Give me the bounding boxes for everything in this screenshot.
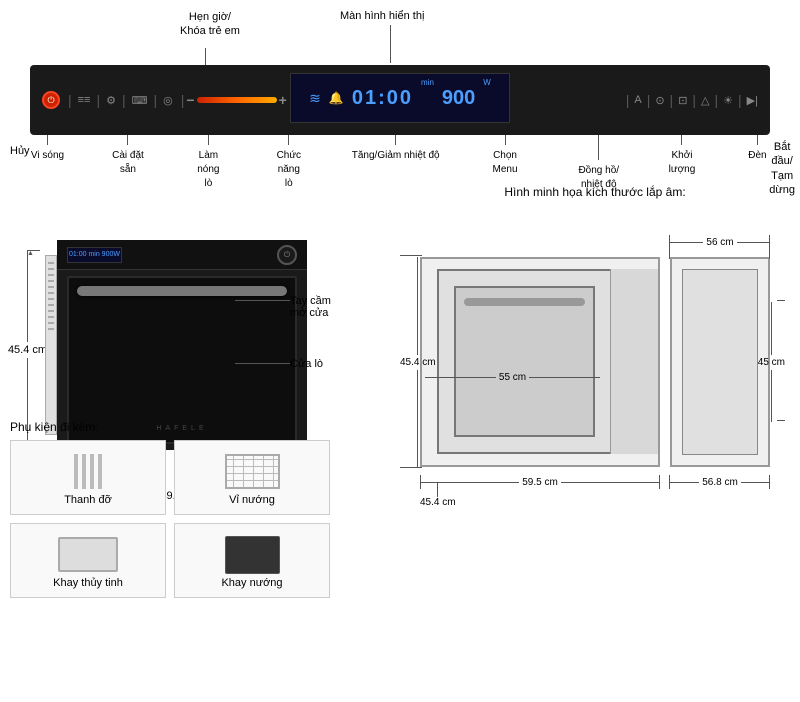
- clock-icon[interactable]: ⊡: [678, 94, 687, 107]
- power-button[interactable]: ⏻: [42, 91, 60, 109]
- vi-song-icon[interactable]: ≡≡: [78, 94, 91, 106]
- sep7: |: [647, 92, 651, 108]
- label-hen-gio: Hẹn giờ/ Khóa trẻ em: [180, 10, 240, 39]
- display-time: 01:00: [352, 87, 413, 110]
- dim-55-label: 55 cm: [425, 372, 600, 383]
- cabinet-door-sketch: [454, 286, 595, 437]
- sep2: |: [96, 92, 100, 108]
- den-icon[interactable]: ☀: [723, 94, 733, 107]
- temp-slider: | − +: [181, 92, 287, 108]
- cai-dat-icon[interactable]: ⚙: [106, 94, 116, 107]
- label-den: Đèn: [745, 135, 770, 190]
- display-temp-unit: W: [483, 78, 491, 87]
- sep9: |: [692, 92, 696, 108]
- dim-45-label: 45 cm: [758, 302, 785, 422]
- door-handle-sketch: [464, 298, 585, 306]
- dim-56-label: 56 cm: [670, 237, 770, 248]
- temp-decrease-button[interactable]: −: [186, 92, 194, 108]
- oven-handle: [77, 286, 287, 296]
- acc-item-vi-nuong: Vỉ nướng: [174, 440, 330, 515]
- chuc-nang-icon[interactable]: ◎: [163, 94, 173, 107]
- callout-tay-cam: Tay cầm mở cửa: [290, 295, 331, 319]
- display-temp: 900: [442, 87, 475, 110]
- label-chuc-nang: Chức năng lò: [271, 135, 306, 190]
- khay-nuong-img: [183, 532, 321, 577]
- label-vi-song: Vi sóng: [30, 135, 65, 190]
- sep6: |: [626, 92, 630, 108]
- label-lam-nong: Làm nóng lò: [191, 135, 226, 190]
- temp-bar: [197, 97, 277, 103]
- label-huy: Hủy: [10, 145, 30, 157]
- control-panel: ⏻ | ≡≡ | ⚙ | ⌨ | ◎ | − + ≋ 🔔 01:00 min 9…: [30, 65, 770, 135]
- label-chon-menu: Chọn Menu: [485, 135, 525, 190]
- label-dong-ho: Đồng hồ/ nhiệt độ: [578, 135, 619, 190]
- sep4: |: [154, 92, 158, 108]
- sep5: |: [181, 92, 185, 108]
- accessories-grid: Thanh đỡ: [10, 440, 330, 598]
- accessories-section: Phụ kiện đi kèm: Thanh đỡ: [10, 420, 330, 598]
- dimension-section: Hình minh họa kích thước lắp âm:: [400, 185, 790, 517]
- sep1: |: [68, 92, 72, 108]
- bell-icon: 🔔: [329, 91, 344, 105]
- label-khoi-luong: Khởi lượng: [664, 135, 699, 190]
- cabinet-oven-cutout: [437, 269, 612, 454]
- lam-nong-icon[interactable]: ⌨: [132, 94, 148, 107]
- acc-label-khay-thuy-tinh: Khay thủy tinh: [19, 577, 157, 589]
- cabinet-outer: [420, 257, 660, 467]
- label-tang-giam: Tăng/Giảm nhiệt độ: [352, 135, 440, 190]
- sep11: |: [738, 92, 742, 108]
- temp-increase-button[interactable]: +: [279, 92, 287, 108]
- acc-label-vi-nuong: Vỉ nướng: [183, 494, 321, 506]
- cabinet-right-section: [610, 269, 658, 454]
- sep3: |: [122, 92, 126, 108]
- play-icon[interactable]: ▶|: [747, 94, 758, 107]
- dim-diagram-title: Hình minh họa kích thước lắp âm:: [400, 185, 790, 199]
- khoi-luong-icon[interactable]: △: [701, 94, 709, 107]
- label-cai-dat: Cài đặt sẵn: [110, 135, 145, 190]
- dim-454-height-label: 45.4 cm: [400, 257, 436, 467]
- display-screen: ≋ 🔔 01:00 min 900 W: [290, 73, 510, 123]
- label-man-hinh: Màn hình hiển thị: [340, 10, 424, 22]
- dim-568-label: 56.8 cm: [670, 477, 770, 488]
- thanh-do-img: [19, 449, 157, 494]
- sep8: |: [670, 92, 674, 108]
- acc-item-khay-nuong: Khay nướng: [174, 523, 330, 598]
- sep10: |: [715, 92, 719, 108]
- callout-cua-lo: Cửa lò: [290, 358, 323, 370]
- right-controls: | A | ⊙ | ⊡ | △ | ☀ | ▶|: [626, 92, 758, 108]
- left-controls: | ≡≡ | ⚙ | ⌨ | ◎: [68, 92, 173, 108]
- chon-menu-icon[interactable]: ⊙: [655, 94, 664, 107]
- khay-thuy-tinh-img: [19, 532, 157, 577]
- acc-label-thanh-do: Thanh đỡ: [19, 494, 157, 506]
- acc-item-khay-thuy-tinh: Khay thủy tinh: [10, 523, 166, 598]
- side-cabinet-inner: [682, 269, 758, 455]
- dim-595-label: 59.5 cm: [420, 477, 660, 488]
- wave-icon: ≋: [309, 90, 321, 107]
- accessories-title: Phụ kiện đi kèm:: [10, 420, 330, 434]
- vi-nuong-img: [183, 449, 321, 494]
- acc-label-khay-nuong: Khay nướng: [183, 577, 321, 589]
- acc-item-thanh-do: Thanh đỡ: [10, 440, 166, 515]
- dim-diagram: 56 cm 45 cm 55 cm 45.4 cm: [400, 207, 780, 517]
- oven-door: HAFELE: [67, 276, 297, 444]
- sep-icon: A: [634, 94, 641, 106]
- side-cabinet: [670, 257, 770, 467]
- display-time-unit: min: [421, 78, 434, 87]
